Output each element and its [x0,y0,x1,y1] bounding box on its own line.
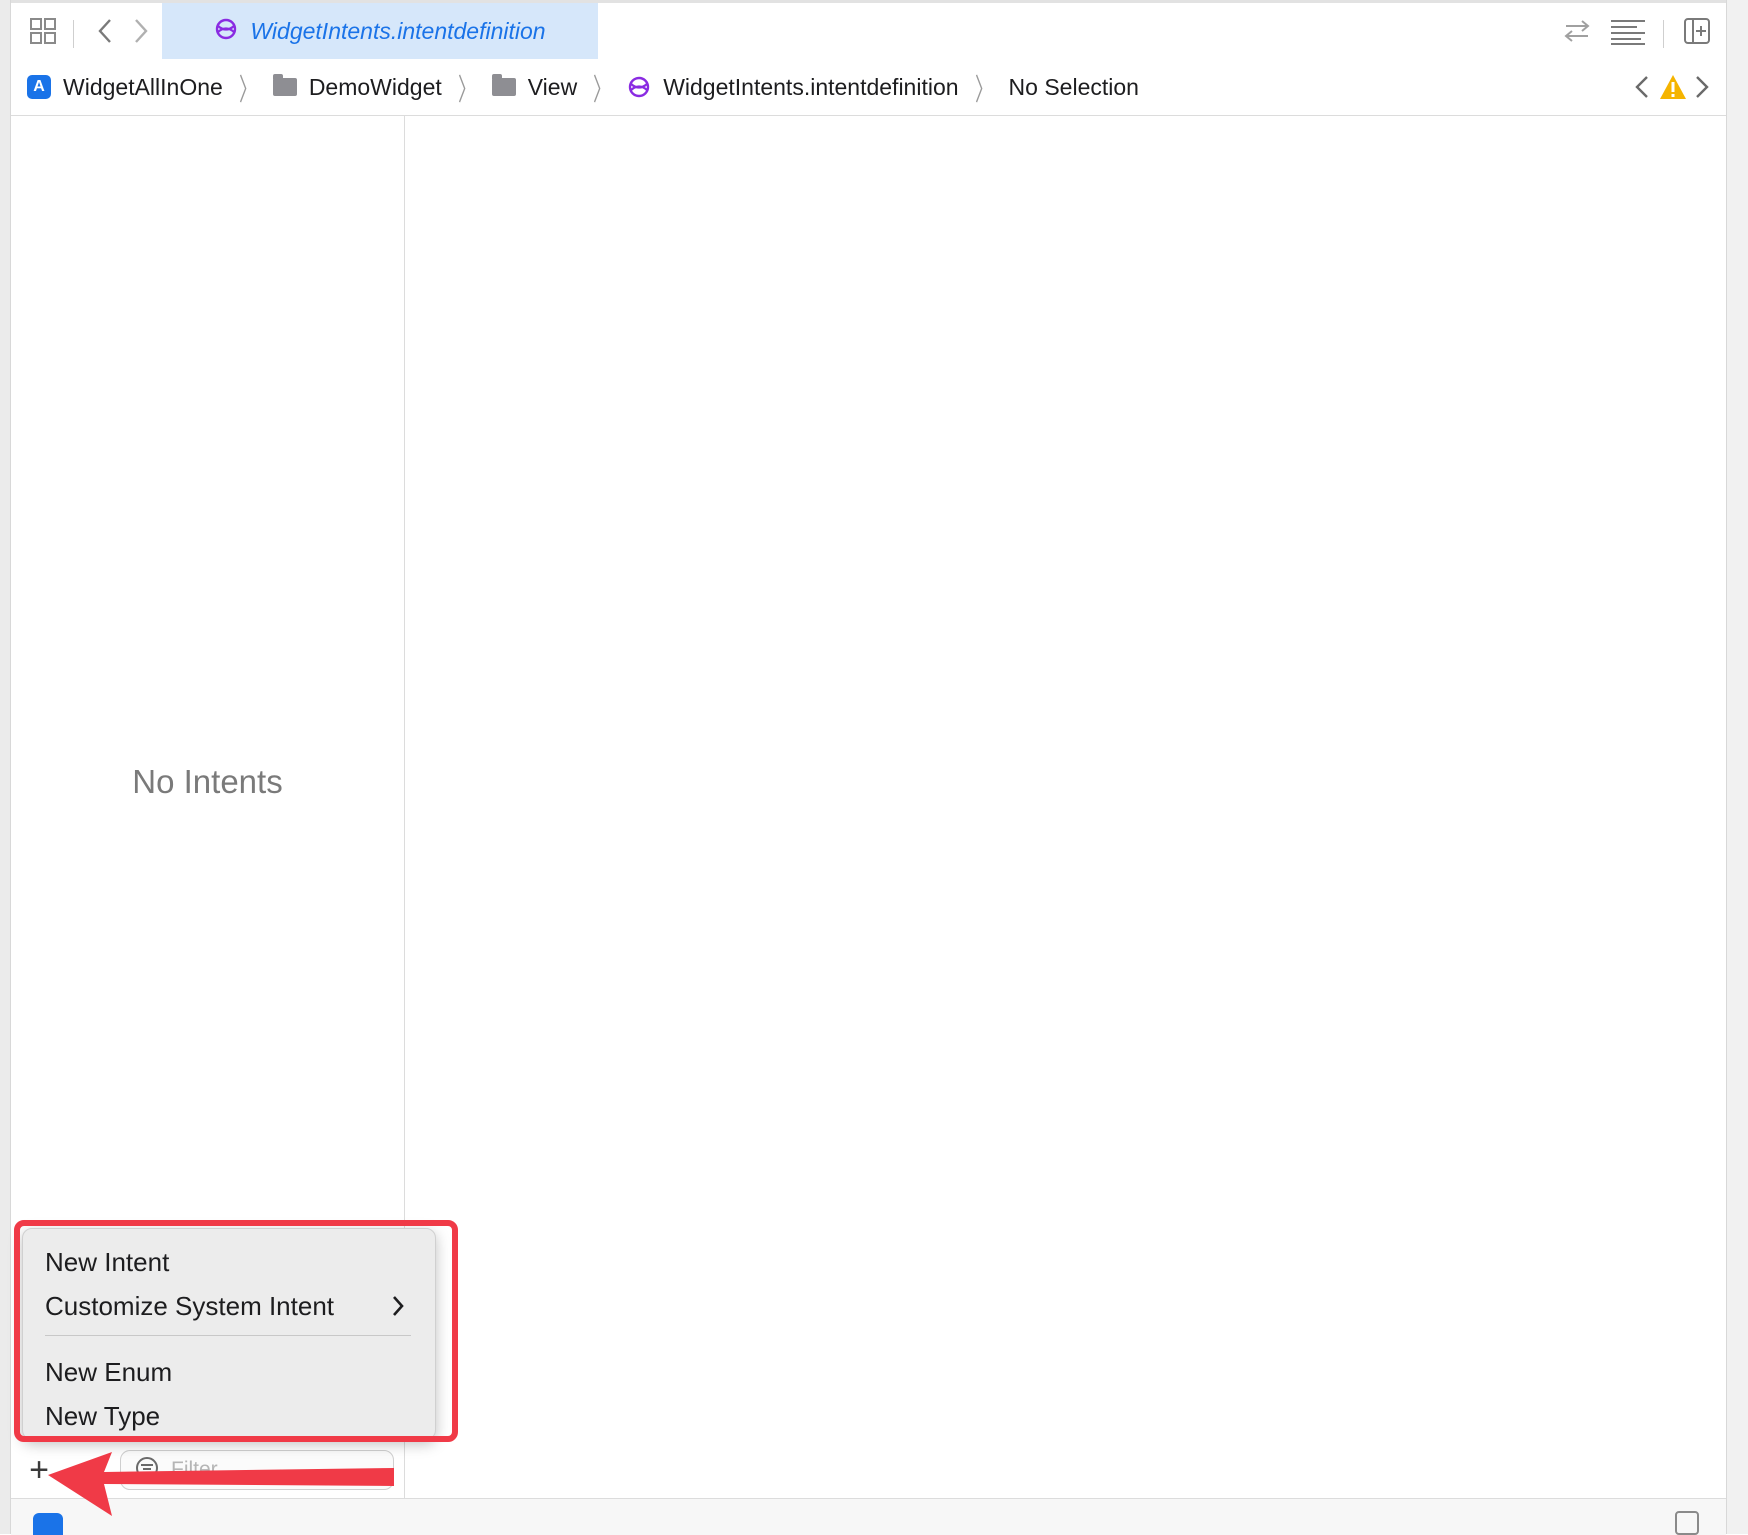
back-chevron-icon[interactable] [87,3,123,59]
breadcrumb-label: No Selection [1008,73,1139,100]
breadcrumb-item-view[interactable]: View 〉 [491,65,627,109]
tab-label: WidgetIntents.intentdefinition [250,17,546,44]
breadcrumb-label: WidgetAllInOne [63,73,223,100]
empty-state-label: No Intents [132,763,283,800]
intent-definition-icon [627,75,651,99]
warning-icon[interactable] [1658,73,1688,101]
folder-icon [272,74,297,96]
panel-toggle-icon[interactable] [1675,1511,1699,1535]
breadcrumb-separator-icon: 〉 [593,74,612,107]
grid-icon[interactable] [23,3,63,59]
breadcrumb-item-project[interactable]: A WidgetAllInOne 〉 [27,65,273,109]
inspector-edge [1726,0,1748,1534]
editor-pane [405,116,1726,1498]
breadcrumb-item-demowidget[interactable]: DemoWidget 〉 [272,65,492,109]
window-left-edge [0,0,11,1534]
breadcrumb-label: DemoWidget [308,73,442,100]
add-editor-icon[interactable] [1677,3,1717,59]
breadcrumb-item-file[interactable]: WidgetIntents.intentdefinition 〉 [627,65,1008,109]
app-project-icon: A [27,75,51,99]
breadcrumb-separator-icon: 〉 [974,74,993,107]
folder-icon [491,74,516,96]
breadcrumb-item-selection[interactable]: No Selection [1009,74,1139,101]
breadcrumb: A WidgetAllInOne 〉 DemoWidget 〉 View 〉 W… [11,59,1726,116]
toolbar-divider [73,20,74,48]
toolbar-divider [1663,20,1664,48]
breadcrumb-separator-icon: 〉 [238,74,257,107]
forward-chevron-icon[interactable] [123,3,159,59]
breadcrumb-separator-icon: 〉 [457,74,476,107]
editor-options-icon[interactable] [1605,3,1651,59]
previous-issue-chevron-icon[interactable] [1630,71,1654,103]
tab-widgetintents[interactable]: WidgetIntents.intentdefinition [162,3,598,59]
next-issue-chevron-icon[interactable] [1690,71,1714,103]
swap-arrows-icon[interactable] [1557,3,1597,59]
breadcrumb-label: WidgetIntents.intentdefinition [663,73,959,100]
annotation-arrow-icon [48,1452,394,1516]
breadcrumb-label: View [527,73,578,100]
intent-definition-icon [214,17,238,46]
annotation-highlight-box [14,1220,458,1442]
